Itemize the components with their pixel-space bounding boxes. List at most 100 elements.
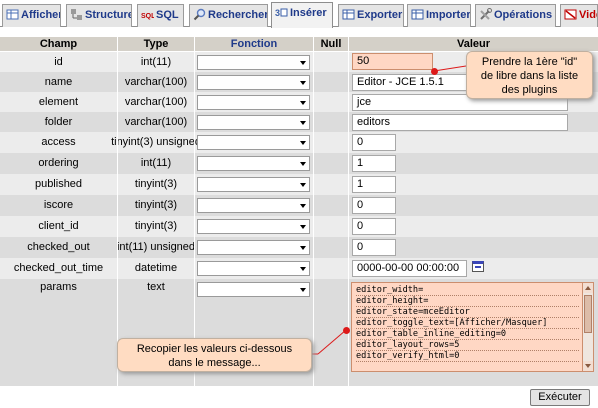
params-line: editor_verify_html=0 xyxy=(356,351,579,362)
chevron-down-icon xyxy=(300,81,306,85)
params-line: editor_table_inline_editing=0 xyxy=(356,329,579,340)
params-line: editor_state=mceEditor xyxy=(356,307,579,318)
tab-label: Afficher xyxy=(21,9,61,21)
function-select[interactable] xyxy=(197,219,310,234)
field-name: checked_out xyxy=(27,241,90,253)
params-textarea[interactable]: editor_width= editor_height= editor_stat… xyxy=(351,282,594,372)
marker-dot-icon xyxy=(431,68,438,75)
execute-button[interactable]: Exécuter xyxy=(530,389,590,406)
function-select[interactable] xyxy=(197,177,310,192)
field-name: published xyxy=(34,178,83,190)
marker-dot-icon xyxy=(343,327,350,334)
tab-afficher[interactable]: Afficher xyxy=(2,4,61,27)
form-footer: Exécuter xyxy=(0,386,598,408)
value-input-published[interactable]: 1 xyxy=(352,176,396,193)
header-fonction[interactable]: Fonction xyxy=(195,37,313,51)
params-line: editor_width= xyxy=(356,285,579,296)
function-select[interactable] xyxy=(197,55,310,70)
callout-line: de libre dans la liste xyxy=(480,70,579,82)
callout-line: Recopier les valeurs ci-dessous xyxy=(136,343,293,355)
search-icon xyxy=(193,8,206,21)
field-type: tinyint(3) xyxy=(134,178,178,190)
chevron-down-icon xyxy=(300,246,306,250)
field-name: params xyxy=(40,281,77,293)
value-input-checked-out-time[interactable]: 0000-00-00 00:00:00 xyxy=(352,260,467,277)
value-input-folder[interactable]: editors xyxy=(352,114,568,131)
tab-vider[interactable]: Vide xyxy=(560,4,598,27)
field-type: int(11) xyxy=(140,157,172,169)
field-name: element xyxy=(38,95,79,108)
scroll-thumb[interactable] xyxy=(584,295,592,333)
field-name: access xyxy=(41,136,76,148)
tab-importer[interactable]: Importer xyxy=(407,4,471,27)
column-divider xyxy=(194,37,195,386)
value-input-iscore[interactable]: 0 xyxy=(352,197,396,214)
tab-inserer[interactable]: 3 Insérer xyxy=(271,2,333,28)
value-input-id[interactable]: 50 xyxy=(352,53,433,70)
callout-line: dans le message... xyxy=(168,357,261,369)
tab-exporter[interactable]: Exporter xyxy=(338,4,404,27)
table-row: ordering int(11) 1 xyxy=(0,153,598,174)
tab-label: SQL xyxy=(156,9,179,21)
value-input-checked-out[interactable]: 0 xyxy=(352,239,396,256)
function-select[interactable] xyxy=(197,95,310,110)
calendar-icon[interactable] xyxy=(472,261,484,272)
function-select[interactable] xyxy=(197,198,310,213)
field-name: client_id xyxy=(38,220,79,232)
field-type: tinyint(3) xyxy=(134,199,178,211)
tab-operations[interactable]: Opérations xyxy=(475,4,556,27)
header-valeur: Valeur xyxy=(456,38,491,50)
textarea-scrollbar[interactable] xyxy=(582,283,593,371)
chevron-down-icon xyxy=(300,141,306,145)
chevron-down-icon xyxy=(300,121,306,125)
value-input-access[interactable]: 0 xyxy=(352,134,396,151)
tab-label: Opérations xyxy=(494,9,553,21)
table-row: checked_out int(11) unsigned 0 xyxy=(0,237,598,258)
chevron-down-icon xyxy=(300,162,306,166)
chevron-down-icon xyxy=(300,288,306,292)
insert-row-icon: 3 xyxy=(275,6,288,19)
chevron-down-icon xyxy=(300,225,306,229)
tab-label: Structure xyxy=(85,9,132,21)
field-name: checked_out_time xyxy=(13,262,104,274)
value-input-ordering[interactable]: 1 xyxy=(352,155,396,172)
function-select[interactable] xyxy=(197,156,310,171)
tab-sql[interactable]: SQL SQL xyxy=(137,4,184,27)
function-select[interactable] xyxy=(197,135,310,150)
function-select[interactable] xyxy=(197,115,310,130)
tab-bar: Afficher Structure SQL SQL Rechercher 3 In… xyxy=(0,0,598,28)
header-null: Null xyxy=(320,38,342,50)
import-icon xyxy=(411,8,424,21)
scroll-down-icon[interactable] xyxy=(583,361,593,371)
chevron-down-icon xyxy=(300,101,306,105)
export-icon xyxy=(342,8,355,21)
tab-label: Exporter xyxy=(357,9,403,21)
browse-table-icon xyxy=(6,8,19,21)
tab-label: Importer xyxy=(426,9,471,21)
structure-icon xyxy=(70,8,83,21)
function-select[interactable] xyxy=(197,75,310,90)
svg-text:3: 3 xyxy=(275,8,280,18)
chevron-down-icon xyxy=(300,267,306,271)
scroll-up-icon[interactable] xyxy=(583,283,593,293)
table-row: folder varchar(100) editors xyxy=(0,112,598,132)
callout-copy-values: Recopier les valeurs ci-dessous dans le … xyxy=(117,338,312,372)
tools-icon xyxy=(479,8,492,21)
callout-line: Prendre la 1ère "id" xyxy=(481,56,578,68)
column-divider xyxy=(348,37,349,386)
params-line: editor_height= xyxy=(356,296,579,307)
field-name: id xyxy=(54,55,63,68)
table-row: checked_out_time datetime 0000-00-00 00:… xyxy=(0,258,598,279)
params-line: editor_layout_rows=5 xyxy=(356,340,579,351)
value-input-client-id[interactable]: 0 xyxy=(352,218,396,235)
tab-rechercher[interactable]: Rechercher xyxy=(189,4,268,27)
tab-structure[interactable]: Structure xyxy=(66,4,132,27)
field-name: name xyxy=(44,75,73,88)
table-header: Champ Type Fonction Null Valeur xyxy=(0,37,598,51)
field-type: datetime xyxy=(134,262,178,274)
function-select[interactable] xyxy=(197,240,310,255)
params-lines: editor_width= editor_height= editor_stat… xyxy=(356,285,579,362)
function-select[interactable] xyxy=(197,261,310,276)
chevron-down-icon xyxy=(300,183,306,187)
function-select[interactable] xyxy=(197,282,310,297)
